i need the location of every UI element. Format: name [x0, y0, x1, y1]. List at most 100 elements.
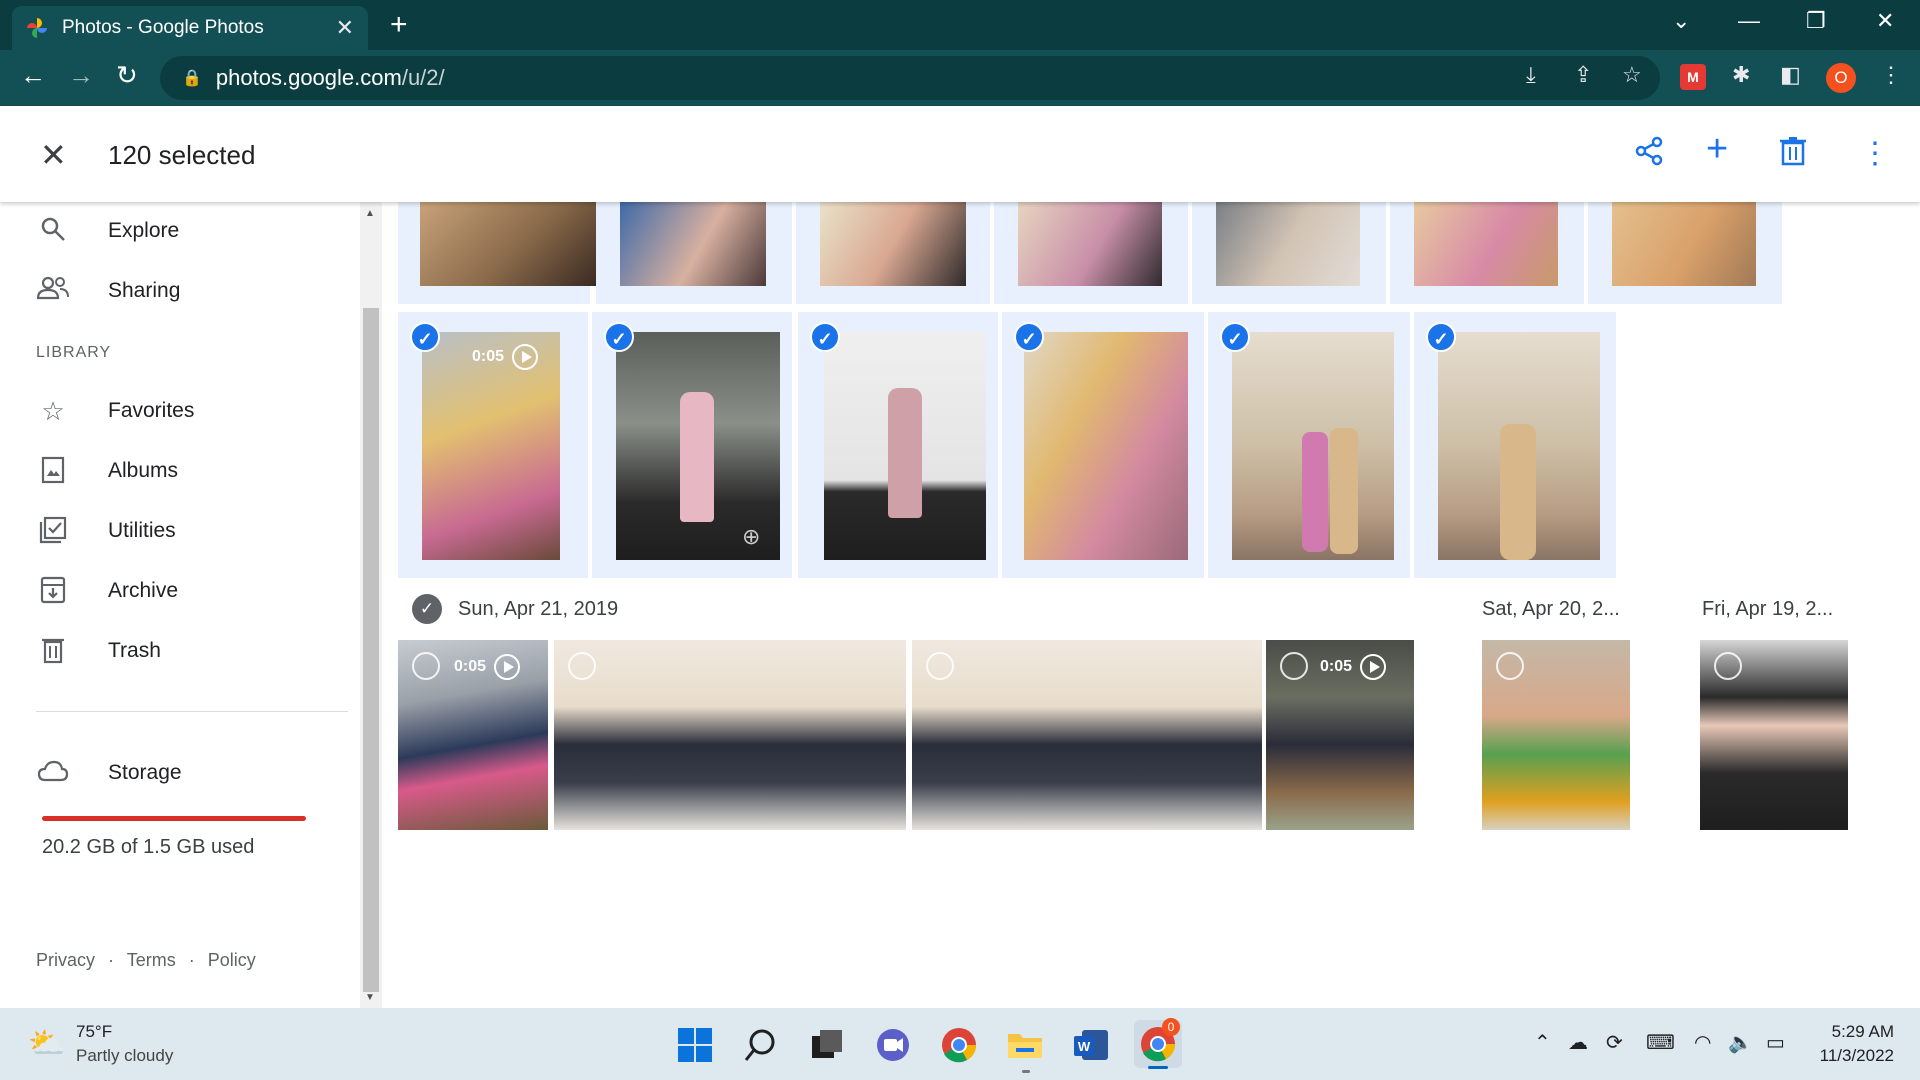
share-icon[interactable]	[1634, 136, 1664, 174]
scrollbar-thumb[interactable]	[363, 308, 379, 992]
weather-temperature[interactable]: 75°F	[76, 1022, 112, 1042]
photo-thumbnail[interactable]	[1700, 640, 1848, 830]
address-bar[interactable]: 🔒 photos.google.com /u/2/	[160, 56, 1660, 100]
photo-cell[interactable]	[1588, 202, 1782, 304]
chrome-active-taskbar-icon[interactable]: 0	[1134, 1018, 1182, 1069]
footer-separator: ·	[108, 950, 115, 970]
side-panel-icon[interactable]: ◧	[1780, 62, 1801, 88]
photo-cell[interactable]	[1192, 202, 1386, 304]
photo-cell[interactable]: ⊕ ✓	[592, 312, 792, 578]
start-button-icon[interactable]	[676, 1026, 714, 1064]
photo-cell[interactable]	[596, 202, 792, 304]
sidebar-item-sharing[interactable]: Sharing	[36, 276, 180, 306]
bookmark-star-icon[interactable]: ☆	[1622, 62, 1642, 88]
chrome-taskbar-icon[interactable]	[940, 1026, 978, 1064]
photo-thumbnail[interactable]	[554, 640, 906, 830]
photo-cell[interactable]: ✓	[798, 312, 998, 578]
sidebar-item-albums[interactable]: Albums	[36, 456, 178, 486]
close-window-icon[interactable]: ✕	[1876, 8, 1894, 34]
select-circle-icon[interactable]	[1280, 652, 1308, 680]
selected-check-icon[interactable]: ✓	[1220, 322, 1250, 352]
policy-link[interactable]: Policy	[208, 950, 256, 970]
sidebar-item-utilities[interactable]: Utilities	[36, 516, 176, 546]
file-explorer-icon[interactable]	[1006, 1026, 1044, 1064]
select-circle-icon[interactable]	[1714, 652, 1742, 680]
select-circle-icon[interactable]	[412, 652, 440, 680]
close-selection-icon[interactable]: ✕	[40, 136, 67, 174]
extensions-puzzle-icon[interactable]: ✱	[1732, 62, 1750, 88]
volume-icon[interactable]: 🔈	[1728, 1030, 1753, 1055]
running-indicator	[1022, 1070, 1030, 1073]
photo-cell[interactable]	[796, 202, 990, 304]
battery-icon[interactable]: ▭	[1766, 1030, 1785, 1055]
browser-tab-photos[interactable]: Photos - Google Photos ✕	[12, 6, 368, 50]
sidebar-item-favorites[interactable]: ☆ Favorites	[36, 396, 194, 426]
delete-icon[interactable]	[1780, 136, 1806, 174]
photo-thumbnail	[1216, 202, 1360, 286]
add-icon[interactable]: +	[1706, 128, 1728, 171]
scroll-up-arrow-icon[interactable]: ▲	[365, 208, 375, 219]
new-tab-button[interactable]: +	[390, 8, 408, 42]
date-group-check-icon[interactable]: ✓	[412, 594, 442, 624]
back-icon[interactable]: ←	[20, 60, 46, 91]
photo-cell[interactable]	[994, 202, 1188, 304]
selected-check-icon[interactable]: ✓	[604, 322, 634, 352]
photo-cell[interactable]	[398, 202, 596, 304]
share-page-icon[interactable]: ⇪	[1574, 62, 1592, 88]
terms-link[interactable]: Terms	[127, 950, 176, 970]
search-taskbar-icon[interactable]	[742, 1026, 780, 1064]
select-circle-icon[interactable]	[1496, 652, 1524, 680]
photo-cell[interactable]: ✓	[1208, 312, 1410, 578]
selected-check-icon[interactable]: ✓	[810, 322, 840, 352]
profile-avatar[interactable]: O	[1826, 63, 1856, 93]
forward-icon[interactable]: →	[68, 60, 94, 91]
show-hidden-icons-icon[interactable]: ⌃	[1534, 1030, 1551, 1055]
video-cell[interactable]: 0:05 ✓	[398, 312, 588, 578]
sidebar-item-archive[interactable]: Archive	[36, 576, 178, 606]
sidebar-item-label: Utilities	[108, 519, 176, 542]
weather-condition[interactable]: Partly cloudy	[76, 1046, 173, 1066]
sidebar-scrollbar[interactable]: ▲ ▼	[360, 202, 382, 1008]
reload-icon[interactable]: ↻	[116, 60, 138, 91]
duration-text: 0:05	[1320, 658, 1353, 675]
selected-check-icon[interactable]: ✓	[1014, 322, 1044, 352]
tab-search-icon[interactable]: ⌄	[1672, 8, 1690, 34]
photo-cell[interactable]: ✓	[1002, 312, 1204, 578]
task-view-icon[interactable]	[808, 1026, 846, 1064]
onedrive-cloud-icon[interactable]: ☁	[1568, 1030, 1588, 1055]
select-circle-icon[interactable]	[926, 652, 954, 680]
video-thumbnail[interactable]: 0:05	[398, 640, 548, 830]
select-circle-icon[interactable]	[568, 652, 596, 680]
extension-icon[interactable]: M	[1680, 64, 1706, 90]
chrome-menu-icon[interactable]: ⋮	[1880, 62, 1902, 88]
wifi-icon[interactable]: ◠	[1694, 1030, 1711, 1055]
photo-cell[interactable]: ✓	[1414, 312, 1616, 578]
sidebar-item-label: Trash	[108, 639, 161, 662]
zoom-in-icon[interactable]: ⊕	[742, 524, 760, 550]
photo-cell[interactable]	[1390, 202, 1584, 304]
date-group-label: Sat, Apr 20, 2...	[1482, 598, 1620, 620]
clock-time[interactable]: 5:29 AM	[1820, 1022, 1894, 1042]
selected-check-icon[interactable]: ✓	[410, 322, 440, 352]
keyboard-icon[interactable]: ⌨	[1646, 1030, 1675, 1055]
close-tab-icon[interactable]: ✕	[336, 15, 354, 41]
more-options-icon[interactable]: ⋮	[1860, 136, 1890, 171]
install-app-icon[interactable]: ⤓	[1526, 62, 1536, 88]
sidebar-item-explore[interactable]: Explore	[36, 216, 179, 246]
minimize-window-icon[interactable]: —	[1738, 8, 1760, 34]
privacy-link[interactable]: Privacy	[36, 950, 95, 970]
weather-icon[interactable]: ⛅	[28, 1026, 65, 1061]
photo-thumbnail[interactable]	[1482, 640, 1630, 830]
sidebar-item-storage[interactable]: Storage	[36, 758, 182, 788]
word-icon[interactable]: W	[1072, 1026, 1110, 1064]
photo-thumbnail	[820, 202, 966, 286]
restore-window-icon[interactable]: ❐	[1806, 8, 1826, 34]
video-thumbnail[interactable]: 0:05	[1266, 640, 1414, 830]
selected-check-icon[interactable]: ✓	[1426, 322, 1456, 352]
photo-thumbnail[interactable]	[912, 640, 1262, 830]
sync-icon[interactable]: ⟳	[1606, 1030, 1623, 1055]
scroll-down-arrow-icon[interactable]: ▼	[365, 992, 375, 1003]
sidebar-item-trash[interactable]: Trash	[36, 636, 161, 666]
teams-chat-icon[interactable]	[874, 1026, 912, 1064]
clock-date[interactable]: 11/3/2022	[1810, 1046, 1894, 1066]
